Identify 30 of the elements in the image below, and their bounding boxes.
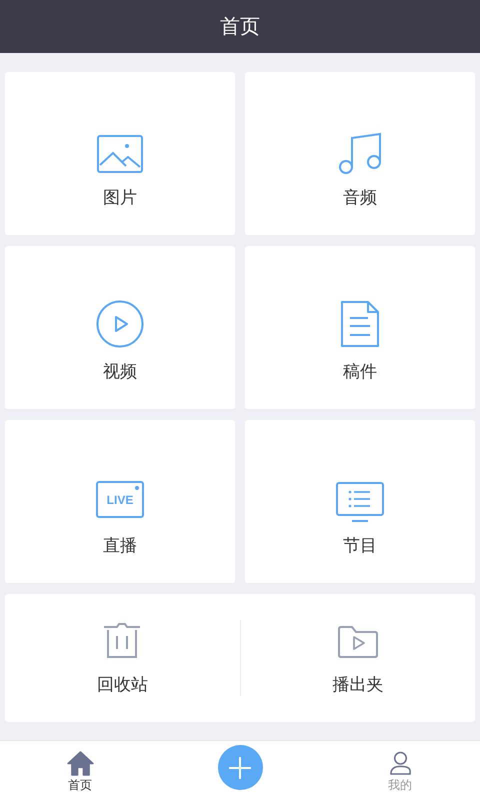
list-monitor-icon — [336, 482, 384, 522]
category-tile[interactable]: 稿件 — [245, 246, 475, 409]
category-tile[interactable]: 视频 — [5, 246, 235, 409]
document-icon — [340, 300, 380, 348]
plus-icon — [228, 756, 252, 780]
add-button[interactable] — [218, 745, 262, 790]
trash-icon — [102, 621, 142, 659]
tool-item[interactable]: 回收站 — [5, 620, 240, 696]
music-note-icon — [337, 132, 383, 174]
category-tile[interactable]: 节目 — [245, 420, 475, 583]
tool-label: 回收站 — [96, 674, 148, 696]
tile-label: 节目 — [343, 535, 377, 557]
folder-play-icon — [336, 625, 379, 659]
tile-label: 图片 — [103, 187, 137, 209]
tab-item[interactable]: 首页 — [66, 747, 94, 794]
category-tile[interactable]: 音频 — [245, 72, 475, 235]
live-icon: LIVE — [96, 481, 144, 518]
home-icon — [66, 751, 94, 776]
play-circle-icon — [96, 300, 144, 348]
tile-label: 稿件 — [343, 361, 377, 383]
tile-label: 视频 — [103, 361, 137, 383]
category-tile[interactable]: 图片 — [5, 72, 235, 235]
tool-label: 播出夹 — [332, 674, 384, 696]
image-icon — [96, 134, 144, 174]
category-tile[interactable]: LIVE 直播 — [5, 420, 235, 583]
user-icon — [388, 751, 412, 776]
tool-item[interactable]: 播出夹 — [240, 620, 475, 696]
tile-label: 音频 — [343, 187, 377, 209]
page-title: 首页 — [220, 13, 260, 40]
tile-label: 直播 — [103, 535, 137, 557]
